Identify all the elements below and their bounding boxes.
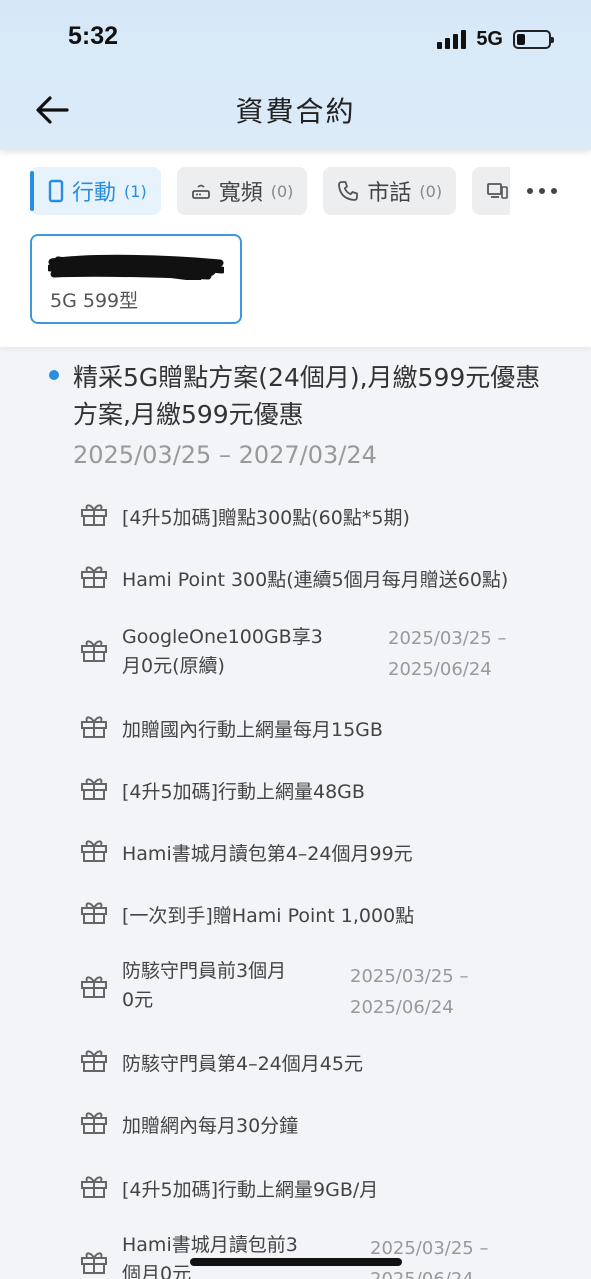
redaction-mark [48, 254, 224, 280]
bullet-dot [49, 370, 59, 380]
contract-selector-panel: 行動 (1) 寬頻 (0) 市話 (0) 其他 [0, 150, 591, 347]
benefit-name: Hami書城月讀包第4–24個月99元 [122, 843, 413, 865]
gift-icon [81, 976, 107, 998]
benefit-name: [4升5加碼]行動上網量9GB/月 [122, 1179, 379, 1201]
benefit-name: 防駭守門員第4–24個月45元 [122, 1053, 363, 1075]
signal-icon [437, 29, 467, 49]
gift-icon [81, 716, 107, 738]
contract-plan-name: 5G 599型 [50, 290, 139, 312]
benefit-name: [一次到手]贈Hami Point 1,000點 [122, 905, 415, 927]
status-time: 5:32 [68, 22, 119, 50]
home-indicator[interactable] [190, 1258, 402, 1266]
more-options-button[interactable] [527, 180, 557, 202]
tab-count: (0) [270, 181, 294, 201]
status-indicators: 5G [437, 26, 554, 52]
page-title: 資費合約 [235, 95, 356, 128]
mobile-phone-icon [48, 179, 64, 203]
tab-count: (0) [419, 181, 443, 201]
gift-icon [81, 902, 107, 924]
gift-icon [81, 1112, 107, 1134]
gift-icon [81, 504, 107, 526]
tab-label: 市話 [367, 181, 412, 206]
gift-icon [81, 640, 107, 662]
benefit-name: 防駭守門員前3個月0元 [122, 960, 287, 1011]
benefit-name: [4升5加碼]行動上網量48GB [122, 781, 365, 803]
gift-icon [81, 1176, 107, 1198]
plan-title: 精采5G贈點方案(24個月),月繳599元優惠方案,月繳599元優惠 [73, 363, 541, 429]
tab-mobile[interactable]: 行動 (1) [30, 167, 161, 215]
plan-dates: 2025/03/25 – 2027/03/24 [73, 441, 377, 469]
tab-landline[interactable]: 市話 (0) [323, 167, 457, 215]
status-bar: 5:32 5G [0, 0, 591, 78]
battery-icon [513, 29, 554, 49]
benefit-dates: 2025/03/25 – 2025/06/24 [370, 1238, 489, 1279]
phone-handset-icon [338, 181, 359, 201]
benefit-name: 加贈國內行動上網量每月15GB [122, 719, 383, 741]
devices-icon [487, 183, 508, 199]
benefit-dates: 2025/03/25 – 2025/06/24 [388, 628, 507, 680]
tab-label: 寬頻 [218, 181, 263, 206]
gift-icon [81, 566, 107, 588]
more-dot-icon [527, 188, 533, 194]
tab-count: (1) [124, 181, 147, 201]
tab-label: 行動 [72, 181, 117, 206]
contract-card[interactable]: 0900000000 5G 599型 [30, 234, 242, 324]
gift-icon [81, 840, 107, 862]
nav-bar: 資費合約 [0, 78, 591, 144]
gift-icon [81, 1252, 107, 1274]
benefit-name: 加贈網內每月30分鐘 [122, 1115, 299, 1137]
gift-icon [81, 1050, 107, 1072]
network-label: 5G [476, 27, 503, 50]
tab-other[interactable]: 其他 [472, 167, 510, 215]
tab-broadband[interactable]: 寬頻 (0) [176, 167, 308, 215]
service-tabs: 行動 (1) 寬頻 (0) 市話 (0) 其他 [30, 167, 510, 215]
router-icon [191, 184, 210, 199]
gift-icon [81, 778, 107, 800]
plan-details: 精采5G贈點方案(24個月),月繳599元優惠方案,月繳599元優惠 2025/… [0, 347, 591, 1279]
app-header: 5:32 5G 資費合約 [0, 0, 591, 150]
benefit-name: GoogleOne100GB享3月0元(原續) [122, 626, 323, 677]
benefit-name: [4升5加碼]贈點300點(60點*5期) [122, 507, 410, 529]
benefit-dates: 2025/03/25 – 2025/06/24 [350, 966, 469, 1018]
benefit-name: Hami書城月讀包前3個月0元 [122, 1234, 298, 1279]
benefit-name: Hami Point 300點(連續5個月每月贈送60點) [122, 569, 509, 591]
